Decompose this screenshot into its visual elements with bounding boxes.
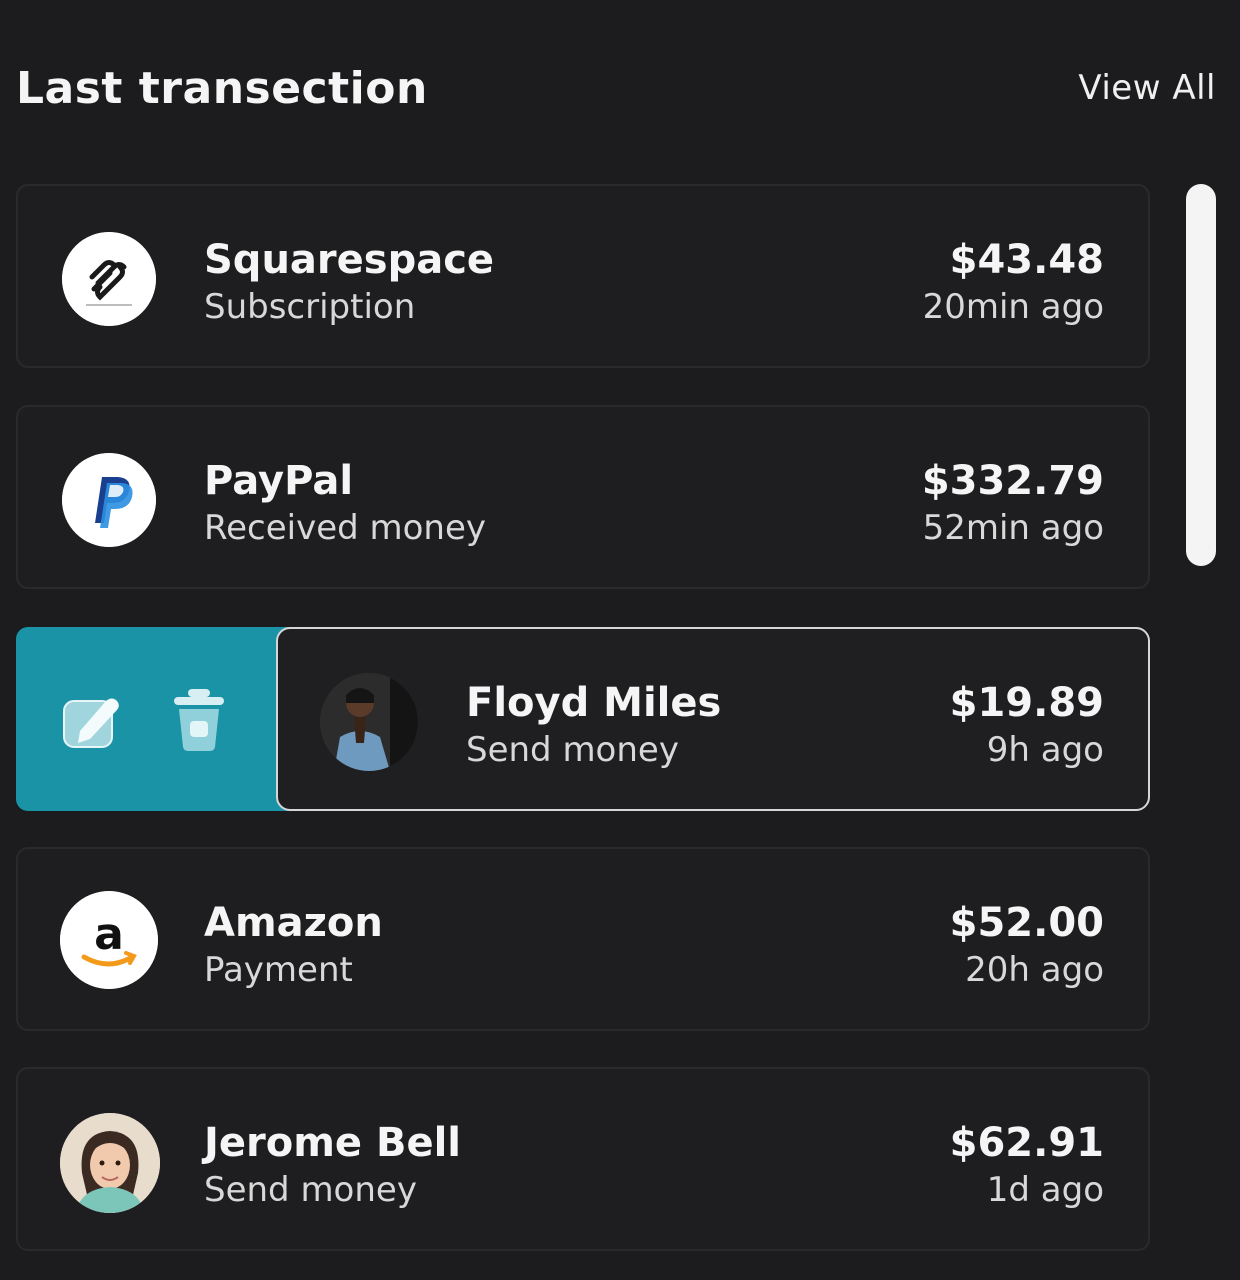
transaction-info: Jerome Bell Send money — [204, 1119, 461, 1213]
transactions-screen: Last transection View All Squarespace Su… — [0, 0, 1240, 1280]
transaction-type: Subscription — [204, 287, 416, 327]
transaction-name: Jerome Bell — [204, 1120, 461, 1166]
transaction-row-squarespace[interactable]: Squarespace Subscription $43.48 20min ag… — [16, 184, 1150, 368]
transaction-info: Squarespace Subscription — [204, 236, 494, 330]
amazon-logo-icon: a — [60, 891, 158, 989]
transaction-name: PayPal — [204, 458, 354, 504]
transaction-time: 20min ago — [922, 287, 1104, 327]
paypal-logo-icon — [62, 453, 156, 547]
transaction-type: Payment — [204, 950, 353, 990]
transaction-amount: $52.00 — [949, 900, 1104, 946]
transaction-info: Floyd Miles Send money — [466, 679, 721, 773]
transaction-row-paypal[interactable]: PayPal Received money $332.79 52min ago — [16, 405, 1150, 589]
transaction-time: 52min ago — [922, 508, 1104, 548]
transaction-name: Amazon — [204, 900, 383, 946]
transaction-meta: $52.00 20h ago — [950, 899, 1104, 993]
transaction-name: Floyd Miles — [466, 680, 722, 726]
user-avatar — [60, 1113, 160, 1213]
svg-text:a: a — [94, 909, 124, 960]
section-header: Last transection View All — [16, 56, 1216, 120]
squarespace-logo-icon — [62, 232, 156, 326]
scrollbar-thumb[interactable] — [1186, 184, 1216, 566]
transaction-type: Received money — [204, 508, 487, 548]
transaction-amount: $62.91 — [949, 1120, 1104, 1166]
section-title: Last transection — [16, 62, 428, 114]
transaction-type: Send money — [204, 1170, 417, 1210]
transaction-meta: $43.48 20min ago — [923, 236, 1104, 330]
transaction-meta: $62.91 1d ago — [950, 1119, 1104, 1213]
transaction-time: 1d ago — [986, 1170, 1104, 1210]
transaction-info: Amazon Payment — [204, 899, 383, 993]
transaction-row-jerome-bell[interactable]: Jerome Bell Send money $62.91 1d ago — [16, 1067, 1150, 1251]
transaction-info: PayPal Received money — [204, 457, 486, 551]
transaction-amount: $332.79 — [921, 458, 1104, 504]
user-avatar — [320, 673, 418, 771]
view-all-link[interactable]: View All — [1078, 68, 1216, 108]
transaction-name: Squarespace — [204, 237, 495, 283]
transaction-time: 9h ago — [986, 730, 1104, 770]
edit-button[interactable] — [60, 687, 122, 753]
transaction-amount: $43.48 — [949, 237, 1104, 283]
transaction-meta: $19.89 9h ago — [950, 679, 1104, 773]
swiped-transaction-card[interactable]: Floyd Miles Send money $19.89 9h ago — [276, 627, 1150, 811]
edit-icon — [63, 698, 119, 748]
delete-button[interactable] — [168, 687, 230, 753]
swipe-actions — [16, 627, 316, 811]
transaction-time: 20h ago — [965, 950, 1104, 990]
transaction-row-floyd-miles[interactable]: Floyd Miles Send money $19.89 9h ago — [16, 627, 1150, 811]
transaction-amount: $19.89 — [949, 680, 1104, 726]
transaction-meta: $332.79 52min ago — [922, 457, 1104, 551]
trash-icon — [174, 689, 224, 751]
transaction-type: Send money — [466, 730, 679, 770]
transaction-row-amazon[interactable]: a Amazon Payment $52.00 20h ago — [16, 847, 1150, 1031]
